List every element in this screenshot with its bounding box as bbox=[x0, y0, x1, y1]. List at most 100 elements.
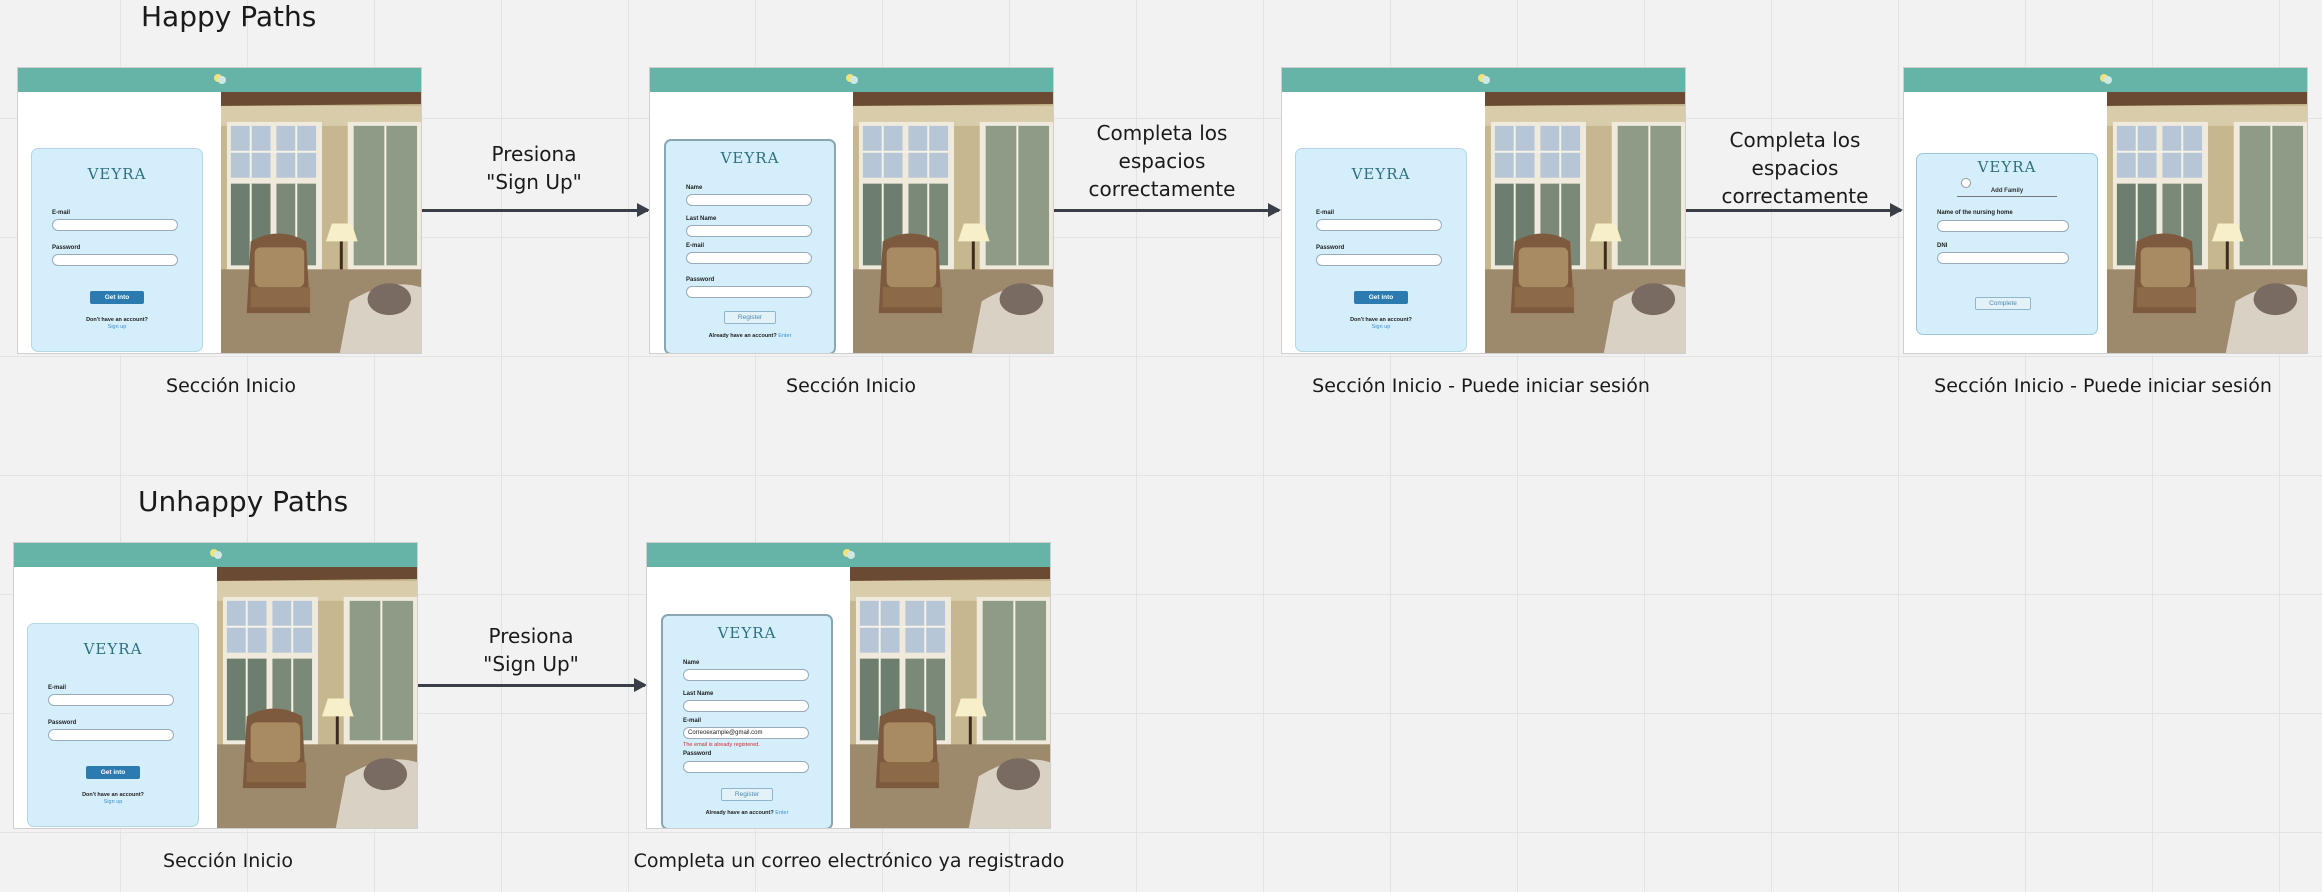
password-label: Password bbox=[686, 277, 715, 283]
happy-paths-heading: Happy Paths bbox=[141, 0, 317, 33]
email-input[interactable] bbox=[52, 219, 178, 231]
left-pane: VEYRA Name Last Name E-mail Password Reg… bbox=[650, 92, 853, 353]
app-logo-icon bbox=[213, 74, 226, 84]
get-into-button[interactable]: Get into bbox=[1354, 291, 1408, 304]
name-label: Name bbox=[683, 660, 700, 666]
complete-button[interactable]: Complete bbox=[1975, 297, 2031, 310]
caption-h2: Sección Inicio bbox=[786, 375, 916, 397]
caption-u1: Sección Inicio bbox=[163, 850, 293, 872]
family-card: VEYRA Add Family Name of the nursing hom… bbox=[1916, 153, 2098, 335]
room-photo bbox=[1485, 92, 1685, 353]
sign-up-link[interactable]: Sign up bbox=[1296, 324, 1466, 330]
register-card: VEYRA Name Last Name E-mail Password Reg… bbox=[664, 139, 836, 353]
email-error-message: The email is already registered. bbox=[683, 742, 760, 748]
left-pane: VEYRA Name Last Name E-mail Correoexampl… bbox=[647, 567, 850, 828]
register-button[interactable]: Register bbox=[721, 788, 773, 801]
arrow-label-u1: Presiona "Sign Up" bbox=[483, 624, 579, 676]
password-label: Password bbox=[48, 720, 77, 726]
app-logo-icon bbox=[845, 74, 858, 84]
register-card: VEYRA Name Last Name E-mail Correoexampl… bbox=[661, 614, 833, 828]
password-input[interactable] bbox=[686, 286, 812, 298]
sign-up-link[interactable]: Sign up bbox=[32, 324, 202, 330]
dni-input[interactable] bbox=[1937, 252, 2069, 264]
name-input[interactable] bbox=[686, 194, 812, 206]
enter-link[interactable]: Enter bbox=[775, 810, 788, 816]
caption-h3: Sección Inicio - Puede iniciar sesión bbox=[1312, 375, 1650, 397]
name-label: Name bbox=[686, 185, 703, 191]
email-label: E-mail bbox=[48, 685, 67, 691]
left-pane: VEYRA Add Family Name of the nursing hom… bbox=[1904, 92, 2107, 353]
password-label: Password bbox=[1316, 245, 1345, 251]
brand-title: VEYRA bbox=[1977, 158, 2037, 176]
password-input[interactable] bbox=[52, 254, 178, 266]
app-logo-icon bbox=[1477, 74, 1490, 84]
arrow-label-h2: Completa los espacios correctamente bbox=[1088, 121, 1236, 201]
email-input[interactable] bbox=[1316, 219, 1442, 231]
enter-link[interactable]: Enter bbox=[778, 333, 791, 339]
app-logo-icon bbox=[209, 549, 222, 559]
arrow-h1 bbox=[422, 203, 650, 217]
login-card: VEYRA E-mail Password Get into Don't hav… bbox=[1295, 148, 1467, 352]
email-input[interactable] bbox=[48, 694, 174, 706]
app-topbar bbox=[1904, 68, 2307, 92]
left-pane: VEYRA E-mail Password Get into Don't hav… bbox=[14, 567, 217, 828]
email-label: E-mail bbox=[686, 243, 705, 249]
last-name-input[interactable] bbox=[686, 225, 812, 237]
password-input[interactable] bbox=[1316, 254, 1442, 266]
password-label: Password bbox=[683, 751, 712, 757]
room-illustration bbox=[850, 567, 1050, 828]
get-into-button[interactable]: Get into bbox=[86, 766, 140, 779]
room-illustration bbox=[1485, 92, 1685, 353]
last-name-input[interactable] bbox=[683, 700, 809, 712]
password-input[interactable] bbox=[683, 761, 809, 773]
screen-register: VEYRA Name Last Name E-mail Password Reg… bbox=[649, 67, 1054, 354]
email-input[interactable]: Correoexample@gmail.com bbox=[683, 727, 809, 739]
have-account-text: Already have an account? Enter bbox=[705, 810, 789, 816]
room-illustration bbox=[217, 567, 417, 828]
login-card: VEYRA E-mail Password Get into Don't hav… bbox=[27, 623, 199, 827]
unhappy-paths-heading: Unhappy Paths bbox=[138, 485, 349, 518]
screen-login-unhappy: VEYRA E-mail Password Get into Don't hav… bbox=[13, 542, 418, 829]
caption-h1: Sección Inicio bbox=[166, 375, 296, 397]
user-avatar-icon bbox=[1961, 178, 1971, 188]
app-topbar bbox=[650, 68, 1053, 92]
login-card: VEYRA E-mail Password Get into Don't hav… bbox=[31, 148, 203, 352]
room-photo bbox=[850, 567, 1050, 828]
app-topbar bbox=[647, 543, 1050, 567]
app-topbar bbox=[14, 543, 417, 567]
sign-up-link[interactable]: Sign up bbox=[28, 799, 198, 805]
app-topbar bbox=[18, 68, 421, 92]
divider bbox=[1957, 196, 2057, 197]
password-label: Password bbox=[52, 245, 81, 251]
room-illustration bbox=[853, 92, 1053, 353]
room-photo bbox=[853, 92, 1053, 353]
arrow-label-h3: Completa los espacios correctamente bbox=[1721, 128, 1869, 208]
email-input[interactable] bbox=[686, 252, 812, 264]
password-input[interactable] bbox=[48, 729, 174, 741]
nursing-home-input[interactable] bbox=[1937, 220, 2069, 232]
room-photo bbox=[217, 567, 417, 828]
add-family-title: Add Family bbox=[1990, 188, 2024, 194]
no-account-text: Don't have an account? bbox=[82, 792, 144, 798]
caption-h4: Sección Inicio - Puede iniciar sesión bbox=[1934, 375, 2272, 397]
app-logo-icon bbox=[2099, 74, 2112, 84]
room-illustration bbox=[2107, 92, 2307, 353]
left-pane: VEYRA E-mail Password Get into Don't hav… bbox=[18, 92, 221, 353]
brand-title: VEYRA bbox=[83, 640, 143, 658]
brand-title: VEYRA bbox=[720, 149, 780, 167]
room-photo bbox=[221, 92, 421, 353]
left-pane: VEYRA E-mail Password Get into Don't hav… bbox=[1282, 92, 1485, 353]
brand-title: VEYRA bbox=[1351, 165, 1411, 183]
get-into-button[interactable]: Get into bbox=[90, 291, 144, 304]
name-input[interactable] bbox=[683, 669, 809, 681]
arrow-h2 bbox=[1054, 203, 1281, 217]
brand-title: VEYRA bbox=[717, 624, 777, 642]
dni-label: DNI bbox=[1937, 243, 1948, 249]
room-photo bbox=[2107, 92, 2307, 353]
screen-login-ready: VEYRA E-mail Password Get into Don't hav… bbox=[1281, 67, 1686, 354]
email-label: E-mail bbox=[1316, 210, 1335, 216]
arrow-label-h1: Presiona "Sign Up" bbox=[486, 142, 582, 194]
register-button[interactable]: Register bbox=[724, 311, 776, 324]
brand-title: VEYRA bbox=[87, 165, 147, 183]
caption-u2: Completa un correo electrónico ya regist… bbox=[633, 850, 1065, 872]
